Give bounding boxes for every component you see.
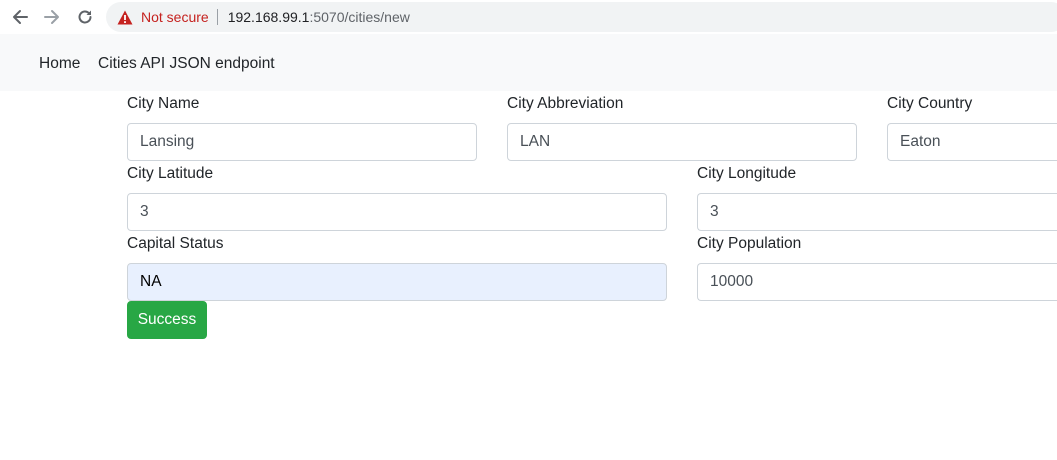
address-bar[interactable]: Not secure 192.168.99.1:5070/cities/new [106, 2, 1057, 32]
url-text[interactable]: 192.168.99.1:5070/cities/new [228, 9, 410, 25]
city-population-input[interactable] [697, 263, 1057, 301]
success-submit-button[interactable]: Success [127, 301, 207, 339]
city-name-label: City Name [127, 95, 200, 112]
city-name-input[interactable] [127, 123, 477, 161]
city-latitude-input[interactable] [127, 193, 667, 231]
browser-toolbar: Not secure 192.168.99.1:5070/cities/new [0, 0, 1057, 34]
capital-status-input[interactable] [127, 263, 667, 301]
city-longitude-input[interactable] [697, 193, 1057, 231]
city-abbreviation-label: City Abbreviation [507, 95, 624, 112]
city-country-label: City Country [887, 95, 973, 112]
capital-status-label: Capital Status [127, 235, 224, 252]
app-navbar: Home Cities API JSON endpoint [0, 34, 1057, 91]
url-path: :5070/cities/new [309, 9, 410, 25]
warning-icon [117, 9, 133, 25]
forward-arrow-icon[interactable] [41, 6, 63, 28]
city-longitude-label: City Longitude [697, 165, 797, 182]
city-abbreviation-input[interactable] [507, 123, 857, 161]
city-country-input[interactable] [887, 123, 1057, 161]
city-latitude-label: City Latitude [127, 165, 214, 182]
reload-icon[interactable] [74, 6, 96, 28]
security-status[interactable]: Not secure [141, 9, 209, 25]
nav-link-cities-api[interactable]: Cities API JSON endpoint [98, 55, 275, 73]
url-host: 192.168.99.1 [227, 9, 310, 25]
nav-link-home[interactable]: Home [39, 55, 80, 73]
back-arrow-icon[interactable] [9, 6, 31, 28]
omnibox-divider [216, 9, 218, 25]
city-population-label: City Population [697, 235, 802, 252]
